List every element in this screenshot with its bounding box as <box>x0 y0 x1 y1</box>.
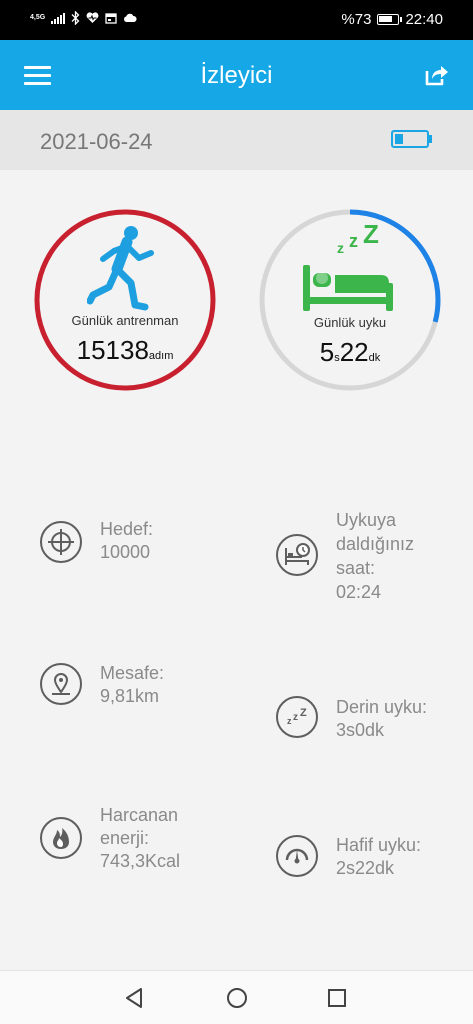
activity-label: Günlük antrenman <box>71 313 179 328</box>
share-icon[interactable] <box>423 62 449 88</box>
fall-asleep-label-1: Uykuya <box>336 510 397 530</box>
status-bar: 4,5G %73 22:40 <box>0 0 473 40</box>
fall-asleep-label-3: saat: <box>336 558 376 578</box>
sleep-minutes: 22 <box>339 337 369 367</box>
distance-label: Mesafe: <box>100 663 165 683</box>
zzz-icon: zzZ <box>276 696 318 738</box>
status-right: %73 22:40 <box>341 11 443 28</box>
page-title: İzleyici <box>200 62 273 89</box>
calendar-icon <box>105 13 117 24</box>
goal-value: 10000 <box>100 542 151 562</box>
cloud-icon <box>124 13 137 22</box>
energy-value: 743,3Kcal <box>100 851 181 871</box>
daily-sleep-ring[interactable]: z z Z Günlük uyku 5s22dk <box>255 205 445 395</box>
battery-low-icon <box>391 130 432 148</box>
gauge-icon <box>276 835 318 877</box>
steps-unit: adım <box>148 350 174 362</box>
deep-sleep-stat: zzZ Derin uyku: 3s0dk <box>276 694 466 750</box>
deep-sleep-label: Derin uyku: <box>336 697 428 717</box>
svg-text:z: z <box>337 240 344 256</box>
app-bar: İzleyici <box>0 40 473 110</box>
fall-asleep-stat: Uykuya daldığınız saat: 02:24 <box>276 509 466 605</box>
network-type: 4,5G <box>30 14 46 21</box>
home-circle-icon[interactable] <box>224 985 250 1011</box>
runner-icon <box>87 226 154 311</box>
sleep-minutes-unit: dk <box>368 352 381 364</box>
svg-text:Z: Z <box>300 707 307 719</box>
date-bar: 2021-06-24 <box>0 110 473 170</box>
light-sleep-label: Hafif uyku: <box>336 835 422 855</box>
system-nav-bar <box>0 970 473 1024</box>
status-left: 4,5G <box>30 11 137 25</box>
svg-text:z: z <box>349 231 358 251</box>
sleep-label: Günlük uyku <box>313 315 387 330</box>
target-icon <box>40 521 82 563</box>
svg-text:z: z <box>293 712 298 723</box>
distance-value: 9,81km <box>100 686 160 706</box>
signal-bars-icon <box>51 12 66 24</box>
activity-value: 15138adım <box>30 335 220 366</box>
bed-clock-icon <box>276 534 318 576</box>
goal-stat: Hedef: 10000 <box>40 514 240 584</box>
recents-square-icon[interactable] <box>324 985 350 1011</box>
light-sleep-value: 2s22dk <box>336 858 395 878</box>
energy-label-2: enerji: <box>100 828 150 848</box>
energy-label-1: Harcanan <box>100 805 179 825</box>
sleep-hours: 5 <box>319 337 335 367</box>
distance-stat: Mesafe: 9,81km <box>40 657 240 727</box>
svg-text:Z: Z <box>363 223 379 249</box>
steps-count: 15138 <box>76 335 149 365</box>
back-triangle-icon[interactable] <box>122 985 148 1011</box>
date-label[interactable]: 2021-06-24 <box>40 129 153 155</box>
heart-icon <box>86 12 99 23</box>
daily-activity-ring[interactable]: Günlük antrenman 15138adım <box>30 205 220 395</box>
svg-text:z: z <box>287 716 292 726</box>
light-sleep-stat: Hafif uyku: 2s22dk <box>276 832 466 888</box>
battery-icon <box>377 14 403 25</box>
battery-percent: %73 <box>341 11 372 28</box>
location-pin-icon <box>40 663 82 705</box>
energy-stat: Harcanan enerji: 743,3Kcal <box>40 804 240 878</box>
flame-icon <box>40 817 82 859</box>
clock: 22:40 <box>405 11 443 28</box>
bluetooth-icon <box>71 11 80 25</box>
deep-sleep-value: 3s0dk <box>336 720 385 740</box>
sleep-value: 5s22dk <box>255 337 445 368</box>
sleeping-bed-icon: z z Z <box>303 223 393 311</box>
fall-asleep-value: 02:24 <box>336 582 382 602</box>
fall-asleep-label-2: daldığınız <box>336 534 415 554</box>
goal-label: Hedef: <box>100 519 154 539</box>
